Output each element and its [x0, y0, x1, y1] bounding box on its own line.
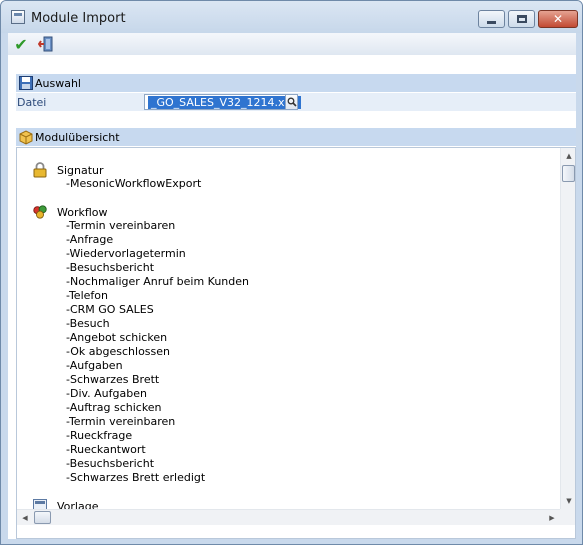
horizontal-scroll-thumb[interactable] — [34, 511, 51, 524]
close-button[interactable]: ✕ — [538, 10, 578, 28]
tree-group-title: Workflow — [57, 205, 108, 219]
close-icon: ✕ — [552, 12, 564, 26]
tree-item[interactable]: -Nochmaliger Anruf beim Kunden — [66, 275, 249, 289]
window-content: ✔ Auswahl Datei _GO_SALES_V32_1214.xml M… — [8, 33, 576, 539]
tree-item[interactable]: -Div. Aufgaben — [66, 387, 249, 401]
datei-label: Datei — [17, 96, 47, 109]
section-auswahl-title: Auswahl — [35, 76, 81, 90]
section-auswahl: Auswahl — [16, 74, 576, 92]
exit-door-icon — [38, 36, 53, 52]
tree-item[interactable]: -Schwarzes Brett — [66, 373, 249, 387]
tree-item[interactable]: -Termin vereinbaren — [66, 219, 249, 233]
tree-item[interactable]: -Besuchsbericht — [66, 261, 249, 275]
tree-group-header[interactable]: Vorlage — [32, 499, 98, 509]
module-tree-panel: Signatur -MesonicWorkflowExport Workflow… — [16, 147, 576, 539]
tree-item[interactable]: -Schwarzes Brett erledigt — [66, 471, 249, 485]
tree-group-items: -MesonicWorkflowExport — [66, 177, 201, 191]
save-disk-icon — [18, 75, 34, 91]
scroll-down-arrow-icon[interactable]: ▼ — [561, 493, 575, 509]
module-tree: Signatur -MesonicWorkflowExport Workflow… — [17, 148, 560, 509]
vertical-scroll-thumb[interactable] — [562, 165, 575, 182]
tree-group-title: Signatur — [57, 163, 104, 177]
tree-item[interactable]: -CRM GO SALES — [66, 303, 249, 317]
tree-item[interactable]: -Besuch — [66, 317, 249, 331]
minimize-button[interactable] — [478, 10, 505, 28]
tree-group-signatur: Signatur -MesonicWorkflowExport — [32, 162, 201, 191]
datei-value[interactable]: _GO_SALES_V32_1214.xml — [148, 96, 302, 109]
minimize-icon — [487, 20, 496, 24]
app-window-icon — [11, 10, 25, 24]
datei-field[interactable]: _GO_SALES_V32_1214.xml — [144, 94, 302, 110]
tree-group-header[interactable]: Signatur — [32, 162, 201, 178]
search-icon — [287, 97, 297, 107]
lock-icon — [32, 162, 48, 178]
toolbar: ✔ — [8, 33, 576, 55]
exit-button[interactable] — [37, 35, 55, 53]
tree-item[interactable]: -Auftrag schicken — [66, 401, 249, 415]
window-title: Module Import — [31, 11, 126, 26]
tree-item[interactable]: -MesonicWorkflowExport — [66, 177, 201, 191]
scroll-left-arrow-icon[interactable]: ◀ — [17, 510, 33, 526]
tree-group-workflow: Workflow -Termin vereinbaren -Anfrage -W… — [32, 205, 249, 485]
vertical-scrollbar[interactable]: ▲ ▼ — [560, 148, 575, 509]
tree-group-items: -Termin vereinbaren -Anfrage -Wiedervorl… — [66, 219, 249, 485]
tree-group-header[interactable]: Workflow — [32, 205, 249, 219]
module-import-window: Module Import ✕ ✔ Auswahl Datei _GO_SALE… — [0, 0, 583, 545]
tree-item[interactable]: -Rueckfrage — [66, 429, 249, 443]
tree-item[interactable]: -Angebot schicken — [66, 331, 249, 345]
maximize-button[interactable] — [508, 10, 535, 28]
tree-group-title: Vorlage — [57, 499, 99, 510]
tree-item[interactable]: -Wiedervorlagetermin — [66, 247, 249, 261]
tree-item[interactable]: -Telefon — [66, 289, 249, 303]
tree-group-vorlage: Vorlage — [32, 499, 98, 509]
section-modul: Modulübersicht — [16, 128, 576, 146]
horizontal-scrollbar[interactable]: ◀ ▶ — [17, 509, 560, 525]
package-box-icon — [18, 129, 34, 145]
section-modul-title: Modulübersicht — [35, 130, 120, 144]
scrollbar-corner — [560, 509, 575, 525]
maximize-icon — [516, 15, 527, 23]
tree-item[interactable]: -Rueckantwort — [66, 443, 249, 457]
template-icon — [32, 498, 48, 509]
tree-item[interactable]: -Termin vereinbaren — [66, 415, 249, 429]
title-bar[interactable]: Module Import ✕ — [1, 1, 582, 33]
tree-item[interactable]: -Ok abgeschlossen — [66, 345, 249, 359]
tree-item[interactable]: -Anfrage — [66, 233, 249, 247]
checkmark-icon: ✔ — [14, 34, 28, 54]
browse-button[interactable] — [285, 94, 298, 110]
scroll-up-arrow-icon[interactable]: ▲ — [561, 148, 575, 164]
tree-item[interactable]: -Aufgaben — [66, 359, 249, 373]
scroll-right-arrow-icon[interactable]: ▶ — [544, 510, 560, 526]
datei-row: Datei _GO_SALES_V32_1214.xml — [16, 93, 576, 111]
tree-item[interactable]: -Besuchsbericht — [66, 457, 249, 471]
ok-button[interactable]: ✔ — [12, 34, 30, 54]
workflow-icon — [32, 204, 48, 220]
